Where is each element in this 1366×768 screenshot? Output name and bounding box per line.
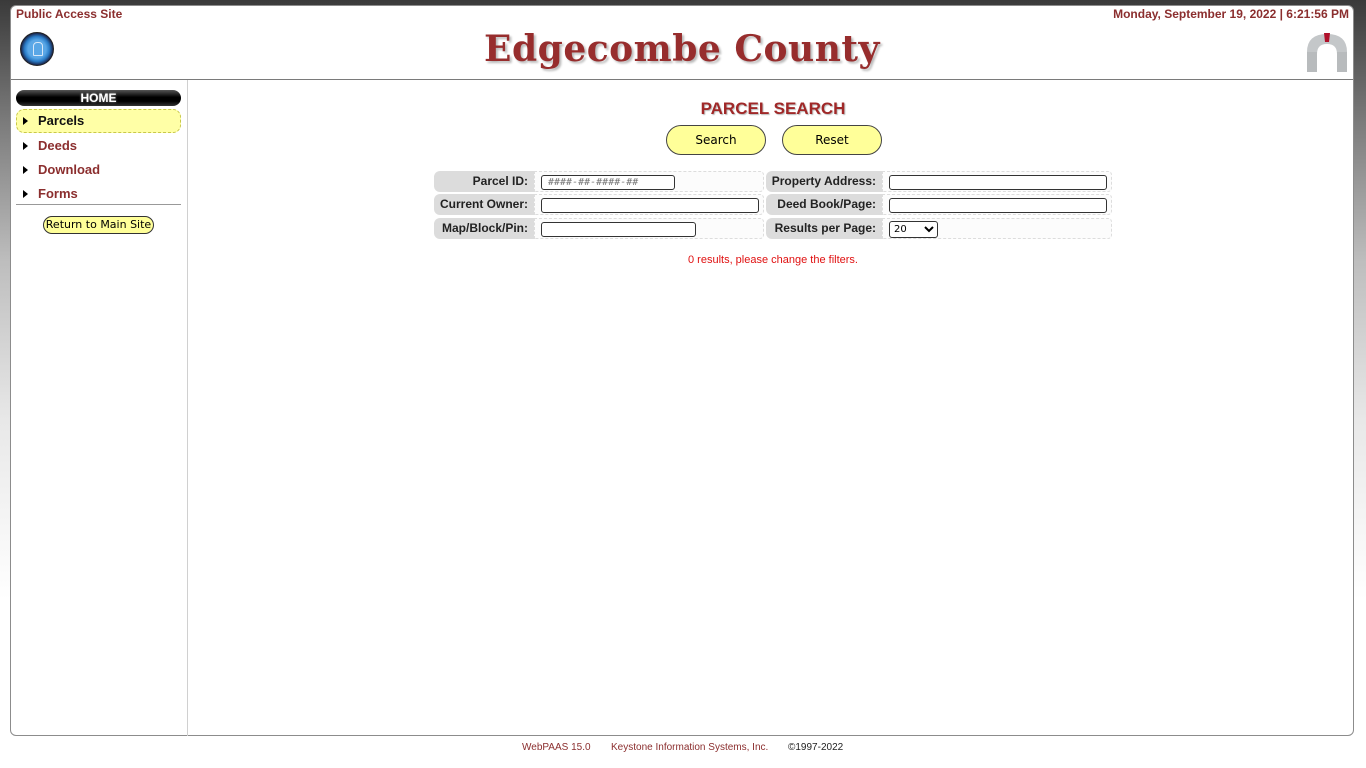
map-block-pin-label: Map/Block/Pin: — [434, 218, 534, 239]
triangle-right-icon — [23, 142, 28, 150]
triangle-right-icon — [23, 190, 28, 198]
search-button[interactable]: Search — [666, 125, 766, 155]
footer-company-link[interactable]: Keystone Information Systems, Inc. — [611, 742, 768, 753]
current-owner-input[interactable] — [541, 198, 759, 213]
footer-version: WebPAAS 15.0 — [522, 742, 591, 753]
sidebar-item-download[interactable]: Download — [16, 158, 181, 182]
map-block-pin-input[interactable] — [541, 222, 696, 237]
sidebar-item-deeds[interactable]: Deeds — [16, 134, 181, 158]
deed-book-page-label: Deed Book/Page: — [766, 194, 882, 215]
parcel-id-cell — [534, 171, 764, 192]
site-label: Public Access Site — [16, 7, 123, 21]
deed-book-page-input[interactable] — [889, 198, 1107, 213]
triangle-right-icon — [23, 166, 28, 174]
parcel-id-input[interactable] — [541, 175, 675, 190]
page-title: PARCEL SEARCH — [700, 99, 846, 118]
deed-book-page-cell — [882, 194, 1112, 215]
results-per-page-select[interactable]: 20 — [889, 221, 938, 238]
header: Public Access Site Monday, September 19,… — [11, 6, 1353, 80]
property-address-label: Property Address: — [766, 171, 882, 192]
sidebar-item-label: Parcels — [38, 113, 85, 128]
status-message: 0 results, please change the filters. — [688, 254, 858, 266]
arch-logo-icon[interactable] — [1305, 30, 1349, 72]
county-title: Edgecombe County — [484, 28, 880, 70]
sidebar-item-parcels[interactable]: Parcels — [16, 109, 181, 133]
sidebar-item-label: Forms — [38, 186, 78, 201]
current-owner-label: Current Owner: — [434, 194, 534, 215]
home-button[interactable]: HOME — [16, 90, 181, 106]
sidebar-divider — [16, 204, 181, 205]
footer-copyright: ©1997-2022 — [788, 742, 844, 753]
datetime: Monday, September 19, 2022 | 6:21:56 PM — [1113, 7, 1349, 21]
map-block-pin-cell — [534, 218, 764, 239]
sidebar-item-label: Deeds — [38, 138, 78, 153]
results-per-page-cell: 20 — [882, 218, 1112, 239]
property-address-cell — [882, 171, 1112, 192]
parcel-id-label: Parcel ID: — [434, 171, 534, 192]
page-frame: Public Access Site Monday, September 19,… — [10, 5, 1354, 736]
sidebar: HOME Parcels Deeds Download Forms Return… — [11, 80, 188, 736]
sidebar-item-label: Download — [38, 162, 101, 177]
return-to-main-site-button[interactable]: Return to Main Site — [43, 216, 154, 234]
property-address-input[interactable] — [889, 175, 1107, 190]
current-owner-cell — [534, 194, 764, 215]
triangle-right-icon — [23, 117, 28, 125]
sidebar-item-forms[interactable]: Forms — [16, 182, 181, 206]
reset-button[interactable]: Reset — [782, 125, 882, 155]
results-per-page-label: Results per Page: — [766, 218, 882, 239]
main-content: PARCEL SEARCH Search Reset Parcel ID: Pr… — [188, 80, 1353, 736]
